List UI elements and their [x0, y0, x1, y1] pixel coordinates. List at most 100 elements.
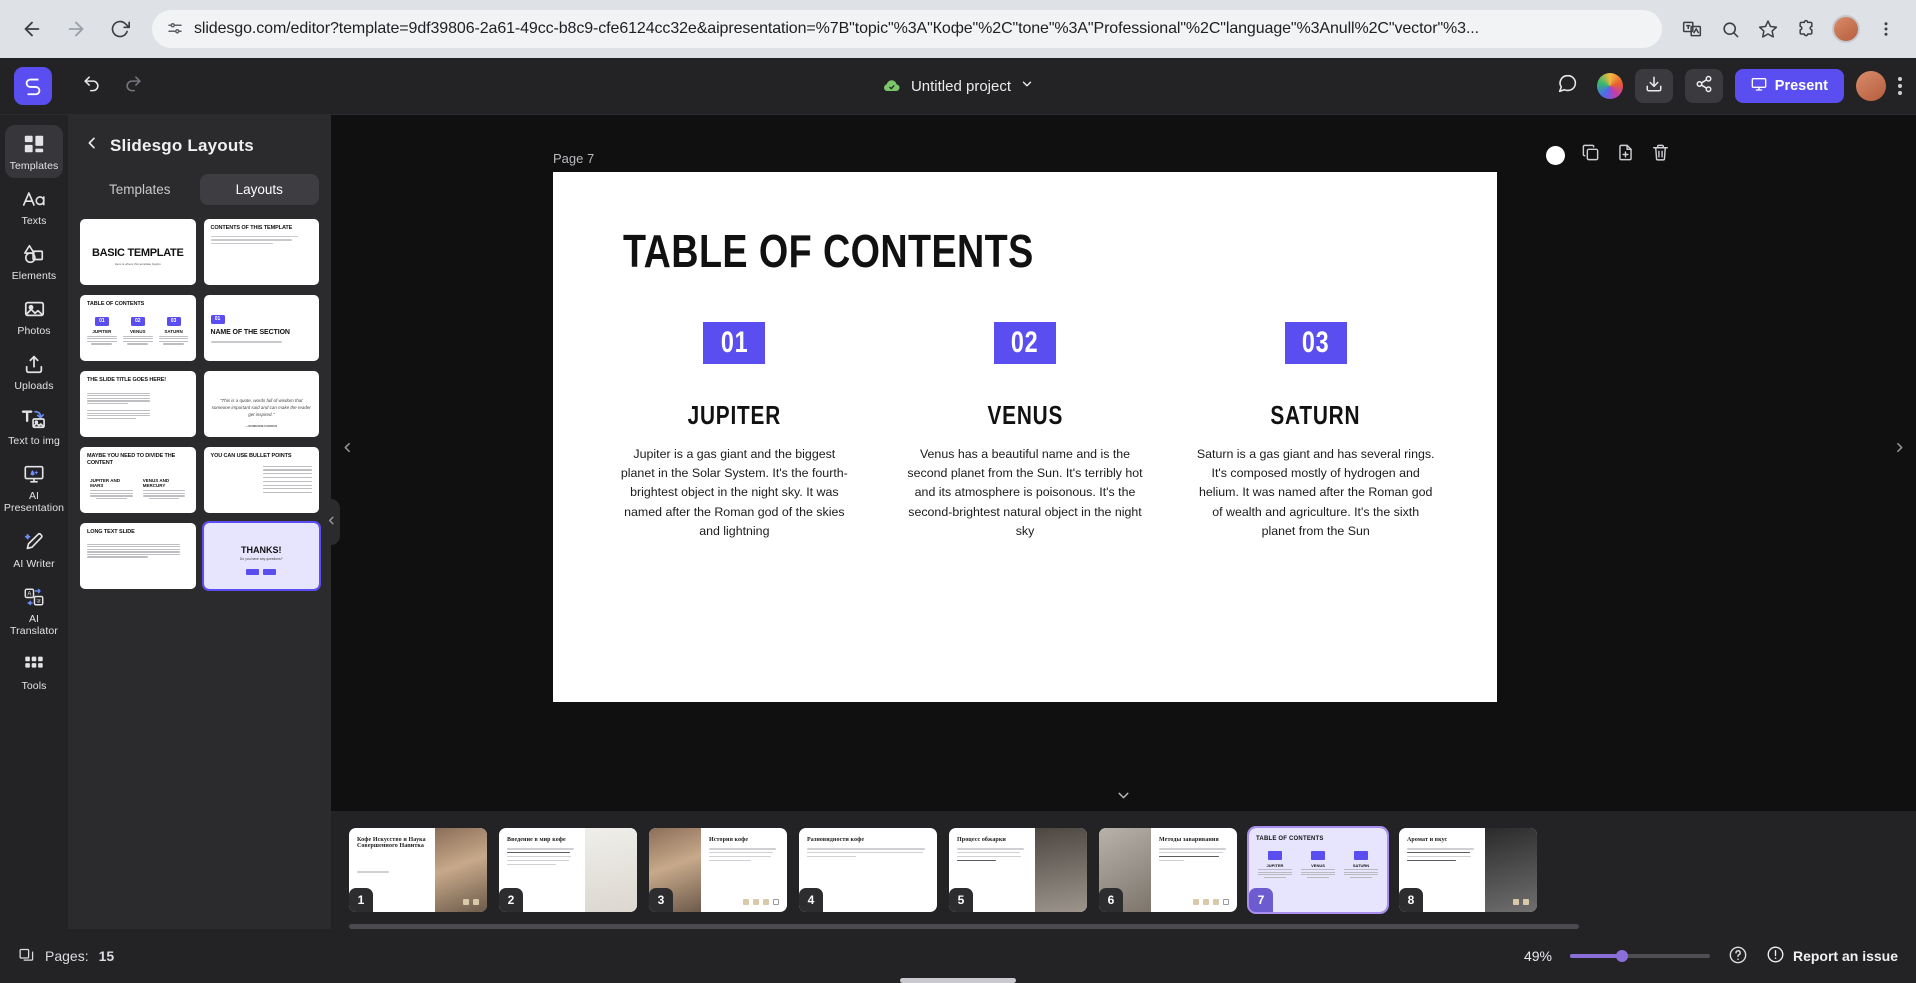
- filmstrip-slide-3[interactable]: История кофе 3: [649, 828, 787, 912]
- rail-item-templates[interactable]: Templates: [5, 125, 63, 179]
- filmstrip-slide-7[interactable]: TABLE OF CONTENTS JUPITER VENUS SATURN 7: [1247, 826, 1389, 914]
- layout-thumb-basic[interactable]: BASIC TEMPLATE Here is where this templa…: [80, 219, 196, 285]
- slide-title[interactable]: TABLE OF CONTENTS: [623, 224, 1034, 278]
- canvas-next-arrow[interactable]: [1893, 441, 1906, 459]
- filmstrip-slide-8[interactable]: Аромат и вкус 8: [1399, 828, 1537, 912]
- slide-thumb-title: Аромат и вкус: [1407, 837, 1448, 843]
- rail-item-photos[interactable]: Photos: [5, 290, 63, 343]
- layout-thumb-contents[interactable]: CONTENTS OF THIS TEMPLATE: [203, 219, 319, 285]
- forward-button[interactable]: [56, 9, 96, 49]
- back-arrow-icon: [21, 18, 43, 40]
- column-body[interactable]: Saturn is a gas giant and has several ri…: [1190, 445, 1441, 541]
- chevron-down-icon[interactable]: [1020, 77, 1034, 95]
- layout-thumb-text[interactable]: THE SLIDE TITLE GOES HERE!: [80, 371, 196, 437]
- rail-item-ai-presentation[interactable]: AI Presentation: [4, 455, 64, 520]
- rail-item-ai-translator[interactable]: Aज AI Translator: [5, 578, 63, 643]
- back-button[interactable]: [12, 9, 52, 49]
- report-issue-button[interactable]: Report an issue: [1766, 945, 1898, 967]
- forward-arrow-icon: [65, 18, 87, 40]
- site-settings-icon[interactable]: [166, 20, 184, 38]
- filmstrip-slide-2[interactable]: Введение в мир кофе 2: [499, 828, 637, 912]
- filmstrip-slide-1[interactable]: Кофе Искусство и Наука Совершенного Напи…: [349, 828, 487, 912]
- comment-button[interactable]: [1551, 69, 1585, 103]
- layout-title: CONTENTS OF THIS TEMPLATE: [210, 225, 293, 231]
- reload-button[interactable]: [100, 9, 140, 49]
- layout-title: MAYBE YOU NEED TO DIVIDE THE CONTENT: [87, 453, 176, 466]
- column-number-badge[interactable]: 01: [703, 322, 766, 364]
- bookmark-button[interactable]: [1750, 11, 1786, 47]
- chrome-menu-button[interactable]: [1868, 11, 1904, 47]
- slide-thumb-title: Разновидности кофе: [807, 837, 865, 843]
- slide-number: 5: [949, 888, 973, 912]
- slide-column[interactable]: 02 VENUS Venus has a beautiful name and …: [900, 322, 1151, 541]
- share-button[interactable]: [1684, 69, 1723, 103]
- slide-progress-dots: [463, 899, 479, 905]
- slide-columns: 01 JUPITER Jupiter is a gas giant and th…: [609, 322, 1441, 541]
- filmstrip-collapse-button[interactable]: [331, 785, 1916, 811]
- filmstrip-slide-6[interactable]: Методы заваривания 6: [1099, 828, 1237, 912]
- filmstrip-slide-4[interactable]: Разновидности кофе 4: [799, 828, 937, 912]
- layout-thumb-divide[interactable]: MAYBE YOU NEED TO DIVIDE THE CONTENT JUP…: [80, 447, 196, 513]
- present-screen-icon: [1751, 76, 1767, 96]
- present-button[interactable]: Present: [1734, 69, 1844, 103]
- slide-column[interactable]: 01 JUPITER Jupiter is a gas giant and th…: [609, 322, 860, 541]
- slide-canvas[interactable]: TABLE OF CONTENTS 01 JUPITER Jupiter is …: [553, 172, 1497, 702]
- undo-button[interactable]: [74, 69, 108, 103]
- download-button[interactable]: [1634, 69, 1673, 103]
- chevron-left-icon[interactable]: [84, 135, 100, 156]
- column-heading[interactable]: SATURN: [1215, 400, 1416, 431]
- column-body[interactable]: Jupiter is a gas giant and the biggest p…: [609, 445, 860, 541]
- project-title-group[interactable]: Untitled project: [882, 76, 1034, 96]
- project-title: Untitled project: [910, 77, 1012, 95]
- redo-button[interactable]: [116, 69, 150, 103]
- rail-item-elements[interactable]: Elements: [5, 235, 63, 288]
- rail-item-tools[interactable]: Tools: [5, 645, 63, 698]
- canvas-viewport[interactable]: Page 7 TABLE OF CONTENTS 01 JUPITER Jupi…: [331, 115, 1916, 785]
- slide-column[interactable]: 03 SATURN Saturn is a gas giant and has …: [1190, 322, 1441, 541]
- placeholder-paragraph: [87, 543, 189, 558]
- extensions-button[interactable]: [1788, 11, 1824, 47]
- filmstrip-slide-5[interactable]: Процесс обжарки 5: [949, 828, 1087, 912]
- canvas-prev-arrow[interactable]: [341, 441, 354, 459]
- tab-templates[interactable]: Templates: [80, 174, 200, 205]
- layout-thumb-bullets[interactable]: YOU CAN USE BULLET POINTS: [203, 447, 319, 513]
- help-circle-icon[interactable]: [1728, 945, 1748, 968]
- address-bar[interactable]: slidesgo.com/editor?template=9df39806-2a…: [152, 10, 1662, 48]
- column-number-badge[interactable]: 03: [1284, 322, 1347, 364]
- user-avatar[interactable]: [1856, 71, 1886, 101]
- divide-name: VENUS AND MERCURY: [142, 478, 170, 489]
- layout-thumb-section[interactable]: 01 NAME OF THE SECTION: [203, 295, 319, 361]
- column-heading[interactable]: JUPITER: [634, 400, 835, 431]
- tab-layouts[interactable]: Layouts: [199, 174, 319, 205]
- more-options-icon[interactable]: [1898, 77, 1902, 95]
- slide-background-color-icon[interactable]: [1546, 145, 1565, 165]
- search-button[interactable]: [1712, 11, 1748, 47]
- panel-collapse-handle[interactable]: [322, 499, 340, 545]
- duplicate-slide-icon[interactable]: [1581, 143, 1600, 167]
- rail-item-text-to-img[interactable]: Text to img: [5, 400, 63, 453]
- column-heading[interactable]: VENUS: [925, 400, 1126, 431]
- trash-icon[interactable]: [1651, 143, 1670, 167]
- filmstrip-scrollbar[interactable]: [349, 924, 1579, 929]
- rail-label: Templates: [9, 160, 59, 172]
- zoom-slider-knob[interactable]: [1615, 950, 1628, 962]
- layout-thumb-thanks[interactable]: THANKS! Do you have any questions?: [201, 521, 321, 591]
- rail-item-texts[interactable]: Texts: [5, 180, 63, 233]
- slidesgo-logo[interactable]: [14, 67, 52, 105]
- editor-actions: Present: [1551, 69, 1902, 103]
- toc-badge: 02: [130, 316, 145, 326]
- translate-button[interactable]: [1674, 11, 1710, 47]
- layout-thumb-toc[interactable]: TABLE OF CONTENTS 01 JUPITER 02 VENUS 03…: [80, 295, 196, 361]
- chrome-profile-avatar[interactable]: [1832, 15, 1860, 43]
- layout-thumb-long-text[interactable]: LONG TEXT SLIDE: [80, 523, 196, 589]
- rail-item-uploads[interactable]: Uploads: [5, 345, 63, 398]
- column-body[interactable]: Venus has a beautiful name and is the se…: [900, 445, 1151, 541]
- slide-filmstrip[interactable]: Кофе Искусство и Наука Совершенного Напи…: [331, 811, 1916, 929]
- column-number-badge[interactable]: 02: [994, 322, 1056, 364]
- color-palette-icon[interactable]: [1596, 73, 1623, 99]
- zoom-slider[interactable]: [1569, 950, 1710, 962]
- rail-item-ai-writer[interactable]: AI Writer: [5, 523, 63, 576]
- placeholder-paragraph: [87, 410, 189, 420]
- add-slide-icon[interactable]: [1616, 143, 1635, 167]
- layout-thumb-quote[interactable]: "This is a quote, words full of wisdom t…: [203, 371, 319, 437]
